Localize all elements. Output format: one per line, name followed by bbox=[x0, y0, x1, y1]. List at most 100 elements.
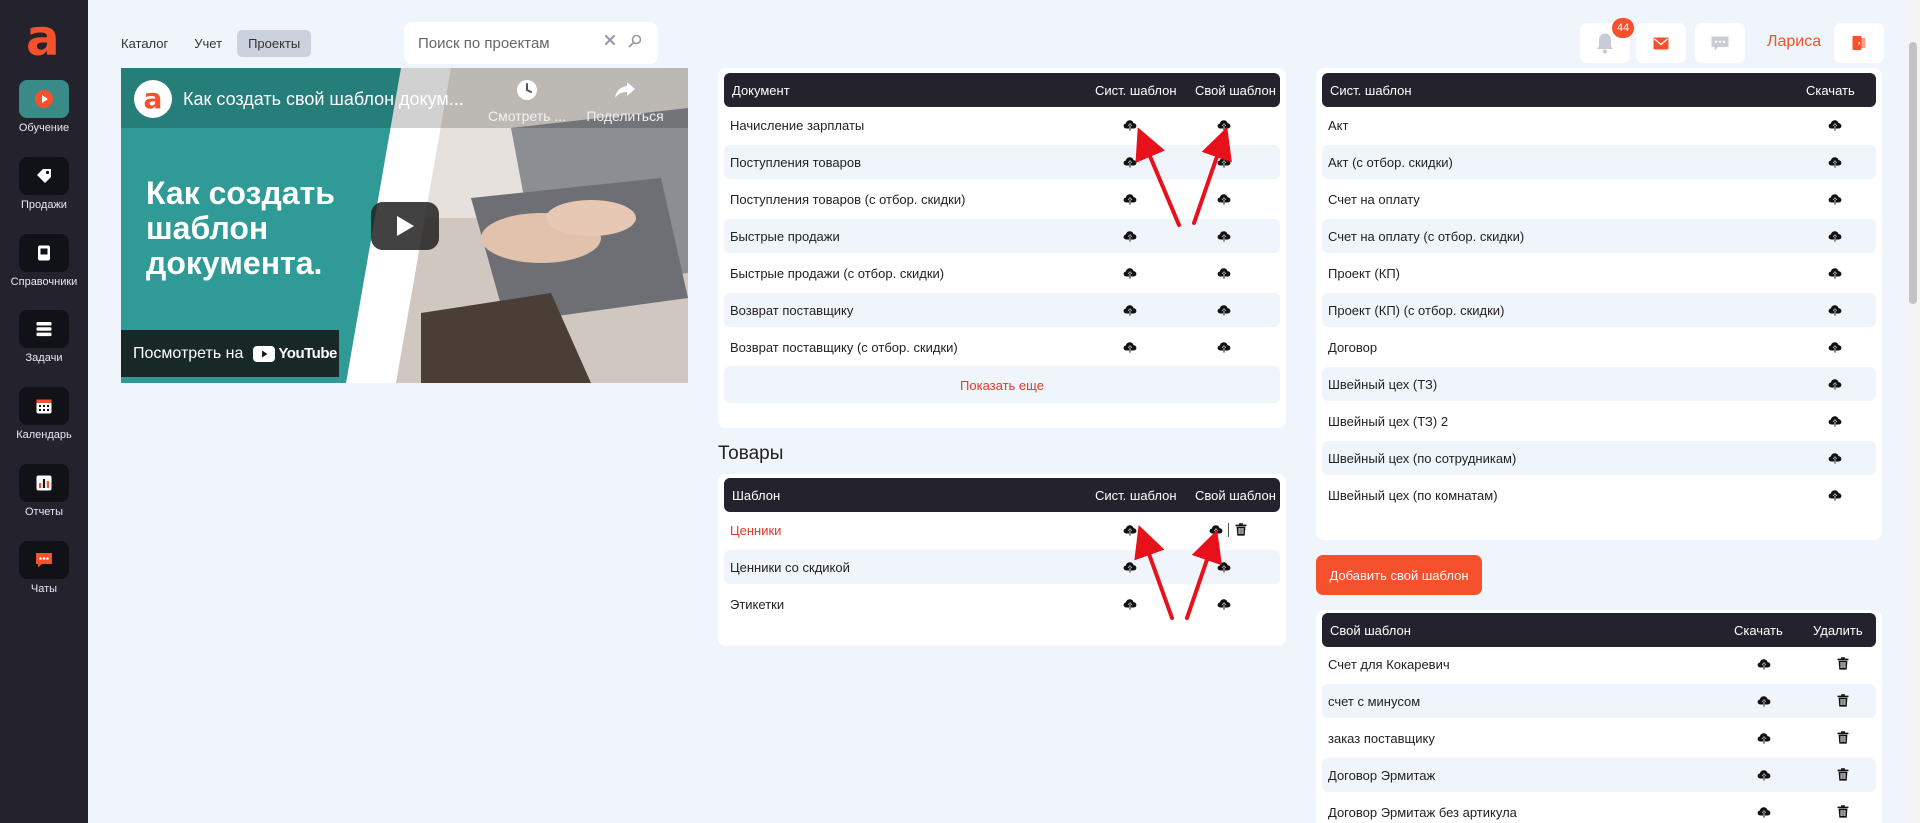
cloud-download-icon[interactable] bbox=[1757, 806, 1771, 818]
calendar-icon bbox=[19, 387, 69, 425]
search-input[interactable] bbox=[418, 32, 598, 54]
add-own-template-button[interactable]: Добавить свой шаблон bbox=[1316, 555, 1482, 595]
logout-button[interactable] bbox=[1834, 23, 1884, 63]
cloud-download-icon[interactable] bbox=[1217, 598, 1231, 610]
table-row: Счет на оплату bbox=[1322, 182, 1876, 216]
column-sys-template: Сист. шаблон bbox=[1330, 83, 1412, 98]
cloud-download-icon[interactable] bbox=[1123, 230, 1137, 242]
cloud-download-icon[interactable] bbox=[1828, 230, 1842, 242]
table-row: Швейный цех (по комнатам) bbox=[1322, 478, 1876, 512]
user-name[interactable]: Лариса bbox=[1767, 33, 1821, 51]
row-name: Счет для Кокаревич bbox=[1328, 657, 1450, 672]
tab-projects[interactable]: Проекты bbox=[237, 30, 312, 57]
trash-icon[interactable] bbox=[1837, 768, 1849, 781]
sidebar-item-sales[interactable]: Продажи bbox=[0, 157, 88, 211]
table-row: Проект (КП) bbox=[1322, 256, 1876, 290]
cloud-download-icon[interactable] bbox=[1217, 156, 1231, 168]
chart-icon bbox=[19, 464, 69, 502]
logout-icon bbox=[1852, 36, 1866, 50]
cloud-download-icon[interactable] bbox=[1123, 598, 1137, 610]
cloud-download-icon[interactable] bbox=[1209, 524, 1223, 536]
trash-icon[interactable] bbox=[1235, 523, 1247, 536]
cloud-download-icon[interactable] bbox=[1828, 415, 1842, 427]
documents-card: Документ Сист. шаблон Свой шаблон Начисл… bbox=[718, 68, 1286, 428]
watch-on-youtube[interactable]: Посмотреть на YouTube bbox=[121, 330, 339, 377]
cloud-download-icon[interactable] bbox=[1828, 267, 1842, 279]
mail-button[interactable] bbox=[1636, 23, 1686, 63]
sidebar-item-tasks[interactable]: Задачи bbox=[0, 310, 88, 364]
channel-avatar[interactable]: a bbox=[134, 80, 172, 118]
row-name: Договор Эрмитаж без артикула bbox=[1328, 805, 1517, 820]
cloud-download-icon[interactable] bbox=[1828, 341, 1842, 353]
scrollbar-thumb[interactable] bbox=[1909, 42, 1917, 304]
row-name: Поступления товаров bbox=[730, 155, 862, 170]
cloud-download-icon[interactable] bbox=[1217, 193, 1231, 205]
tag-icon bbox=[19, 157, 69, 195]
trash-icon[interactable] bbox=[1837, 694, 1849, 707]
tutorial-video[interactable]: a Как создать свой шаблон докум... Смотр… bbox=[121, 68, 688, 383]
logo-letter: a bbox=[26, 9, 60, 67]
cloud-download-icon[interactable] bbox=[1828, 193, 1842, 205]
row-name: Поступления товаров (с отбор. скидки) bbox=[730, 192, 966, 207]
cloud-download-icon[interactable] bbox=[1217, 230, 1231, 242]
sidebar-item-reports[interactable]: Отчеты bbox=[0, 464, 88, 518]
cloud-download-icon[interactable] bbox=[1828, 156, 1842, 168]
cloud-download-icon[interactable] bbox=[1123, 156, 1137, 168]
tab-accounting[interactable]: Учет bbox=[183, 30, 233, 57]
cloud-download-icon[interactable] bbox=[1217, 119, 1231, 131]
cloud-download-icon[interactable] bbox=[1757, 769, 1771, 781]
trash-icon[interactable] bbox=[1837, 805, 1849, 818]
column-sys-template: Сист. шаблон bbox=[1095, 488, 1177, 503]
cloud-download-icon[interactable] bbox=[1828, 452, 1842, 464]
row-name: заказ поставщику bbox=[1328, 731, 1435, 746]
sidebar-item-learning[interactable]: Обучение bbox=[0, 80, 88, 134]
sys-templates-header: Сист. шаблон Скачать bbox=[1322, 73, 1876, 107]
app-logo[interactable]: a bbox=[26, 13, 62, 63]
cloud-download-icon[interactable] bbox=[1217, 267, 1231, 279]
trash-icon[interactable] bbox=[1837, 657, 1849, 670]
clear-icon[interactable] bbox=[604, 34, 616, 46]
cloud-download-icon[interactable] bbox=[1123, 193, 1137, 205]
sidebar-item-directories[interactable]: Справочники bbox=[0, 234, 88, 288]
sidebar-item-label: Обучение bbox=[18, 122, 70, 134]
page-scrollbar[interactable] bbox=[1905, 0, 1920, 823]
cloud-download-icon[interactable] bbox=[1757, 658, 1771, 670]
cloud-download-icon[interactable] bbox=[1217, 561, 1231, 573]
row-name: Счет на оплату bbox=[1328, 192, 1420, 207]
show-more-button[interactable]: Показать еще bbox=[724, 366, 1280, 403]
trash-icon[interactable] bbox=[1837, 731, 1849, 744]
watch-later-button[interactable]: Смотреть ... bbox=[482, 78, 572, 124]
cloud-download-icon[interactable] bbox=[1123, 304, 1137, 316]
cloud-download-icon[interactable] bbox=[1757, 695, 1771, 707]
sidebar-item-chats[interactable]: Чаты bbox=[0, 541, 88, 595]
cloud-download-icon[interactable] bbox=[1123, 341, 1137, 353]
row-name: Акт (с отбор. скидки) bbox=[1328, 155, 1453, 170]
sidebar-item-calendar[interactable]: Календарь bbox=[0, 387, 88, 441]
cloud-download-icon[interactable] bbox=[1217, 304, 1231, 316]
row-name[interactable]: Ценники bbox=[730, 523, 781, 538]
sidebar-item-label: Задачи bbox=[25, 352, 63, 364]
cloud-download-icon[interactable] bbox=[1123, 267, 1137, 279]
messages-button[interactable] bbox=[1695, 23, 1745, 63]
cloud-download-icon[interactable] bbox=[1828, 489, 1842, 501]
cloud-download-icon[interactable] bbox=[1828, 304, 1842, 316]
bell-icon bbox=[1597, 33, 1613, 54]
sys-templates-card: Сист. шаблон Скачать Акт Акт (с отбор. ск… bbox=[1316, 68, 1882, 540]
video-title[interactable]: Как создать свой шаблон докум... bbox=[183, 89, 473, 110]
cloud-download-icon[interactable] bbox=[1828, 119, 1842, 131]
cloud-download-icon[interactable] bbox=[1123, 524, 1137, 536]
cloud-download-icon[interactable] bbox=[1123, 119, 1137, 131]
sidebar-item-label: Чаты bbox=[30, 583, 58, 595]
cloud-download-icon[interactable] bbox=[1217, 341, 1231, 353]
row-name: Швейный цех (по комнатам) bbox=[1328, 488, 1498, 503]
search-icon[interactable] bbox=[628, 34, 642, 48]
play-button[interactable] bbox=[371, 202, 439, 250]
share-button[interactable]: Поделиться bbox=[580, 78, 670, 124]
table-row: Ценники bbox=[724, 513, 1280, 547]
tab-catalog[interactable]: Каталог bbox=[110, 30, 179, 57]
cloud-download-icon[interactable] bbox=[1828, 378, 1842, 390]
column-template: Шаблон bbox=[732, 488, 781, 503]
cloud-download-icon[interactable] bbox=[1757, 732, 1771, 744]
cloud-download-icon[interactable] bbox=[1123, 561, 1137, 573]
top-tabs: Каталог Учет Проекты bbox=[110, 30, 312, 57]
